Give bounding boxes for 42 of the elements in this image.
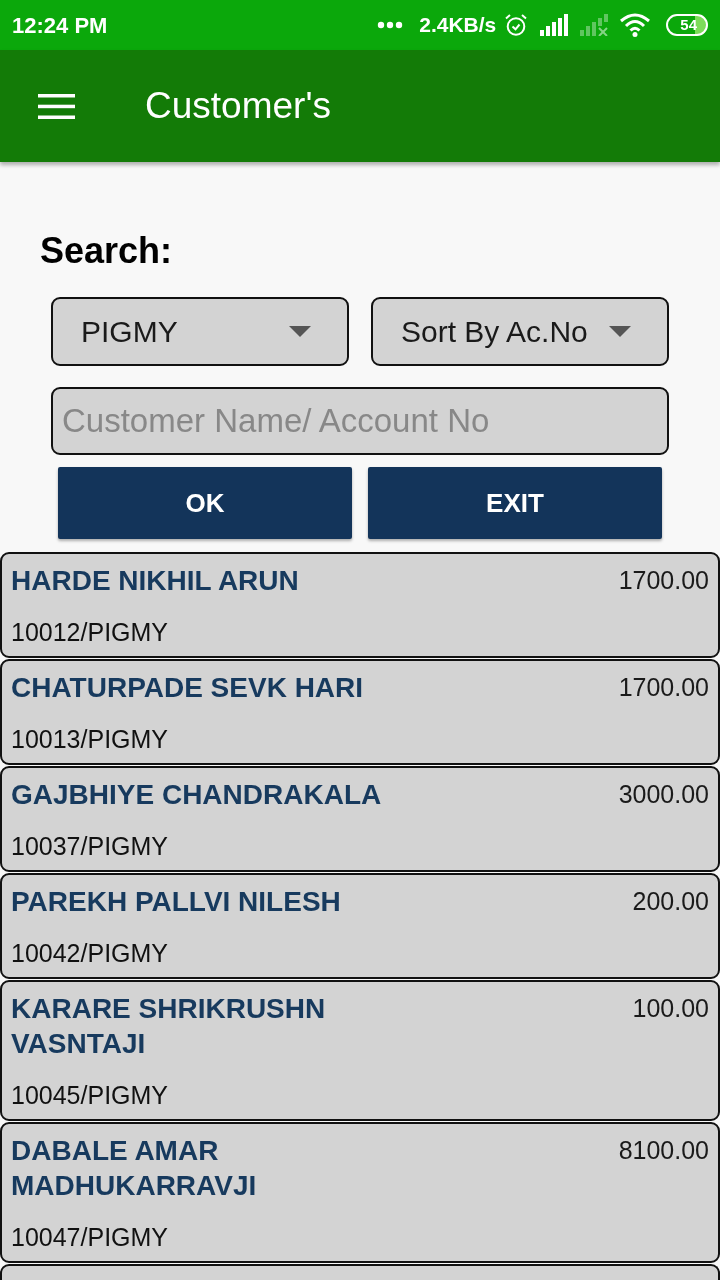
menu-icon[interactable]	[38, 93, 75, 119]
account-number: 10047/PIGMY	[11, 1222, 169, 1253]
search-field[interactable]: Customer Name/ Account No	[51, 387, 669, 455]
wifi-icon	[620, 13, 651, 37]
customer-card[interactable]: KARARE SHRIKRUSHN VASNTAJI 100.00 10045/PIGMY	[0, 980, 720, 1121]
exit-button[interactable]: EXIT	[368, 467, 662, 539]
signal-icon	[540, 14, 569, 36]
customer-card[interactable]: PAREKH PALLVI NILESH 200.00 10042/PIGMY	[0, 873, 720, 979]
customer-card[interactable]: CHATURPADE SEVK HARI 1700.00 10013/PIGMY	[0, 659, 720, 765]
app-title: Customer's	[145, 84, 331, 129]
status-time: 12:24 PM	[12, 11, 108, 40]
account-number: 10042/PIGMY	[11, 938, 169, 969]
customer-name: KARARE SHRIKRUSHN VASNTAJI	[11, 992, 327, 1061]
customer-amount: 3000.00	[618, 779, 709, 810]
customer-amount: 200.00	[632, 886, 709, 917]
customer-name: CHATURPADE SEVK HARI	[11, 671, 364, 705]
account-number: 10013/PIGMY	[11, 724, 169, 755]
search-label: Search:	[40, 229, 173, 273]
alarm-clock-icon	[504, 13, 529, 37]
network-speed: 2.4KB/s	[419, 12, 497, 39]
customer-name: PAREKH PALLVI NILESH	[11, 885, 341, 919]
customer-card[interactable]: GAJBHIYE CHANDRAKALA 3000.00 10037/PIGMY	[0, 766, 720, 872]
ok-button[interactable]: OK	[58, 467, 352, 539]
customer-name: GAJBHIYE CHANDRAKALA	[11, 778, 382, 812]
customer-card[interactable]: HARDE NIKHIL ARUN 1700.00 10012/PIGMY	[0, 552, 720, 658]
more-dots-icon	[377, 21, 404, 29]
customer-amount: 1700.00	[618, 565, 709, 596]
customer-amount: 1700.00	[618, 672, 709, 703]
no-signal-icon	[580, 14, 609, 36]
sort-dropdown[interactable]: Sort By Ac.No	[371, 297, 669, 366]
customer-name: HARDE NIKHIL ARUN	[11, 564, 299, 598]
battery-indicator: 54	[666, 14, 708, 36]
customer-name: DABALE AMAR MADHUKARRAVJI	[11, 1134, 258, 1203]
account-number: 10045/PIGMY	[11, 1080, 169, 1111]
customer-card[interactable]: DABALE AMAR MADHUKARRAVJI 8100.00 10047/PIGMY	[0, 1122, 720, 1263]
caret-icon	[609, 326, 631, 337]
account-number: 10012/PIGMY	[11, 617, 169, 648]
customer-amount: 8100.00	[618, 1135, 709, 1166]
customer-amount: 100.00	[632, 993, 709, 1024]
account-number: 10037/PIGMY	[11, 831, 169, 862]
account-type-dropdown[interactable]: PIGMY	[51, 297, 349, 366]
caret-icon	[289, 326, 311, 337]
